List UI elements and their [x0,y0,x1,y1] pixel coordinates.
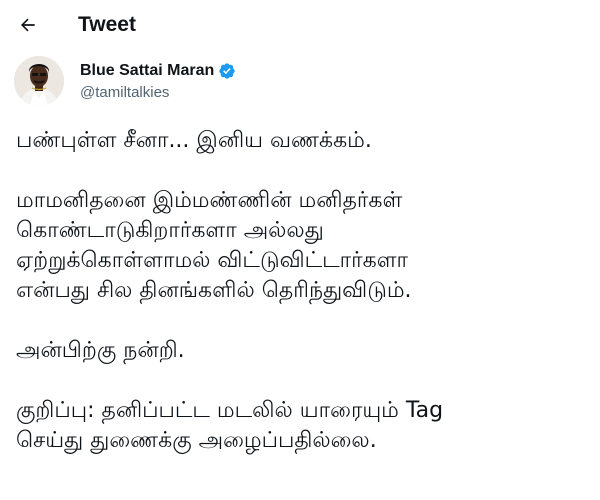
tweet-paragraph: மாமனிதனை இம்மண்ணின் மனிதர்கள் கொண்டாடுகி… [16,188,412,303]
tweet-author: Blue Sattai Maran @tamiltalkies [14,56,574,112]
author-display-name[interactable]: Blue Sattai Maran [80,61,236,81]
verified-badge-icon [219,63,235,79]
author-name: Blue Sattai Maran [80,62,215,79]
back-button[interactable] [14,11,42,39]
avatar-image [14,56,64,106]
tweet-paragraph: குறிப்பு: தனிப்பட்ட மடலில் யாரையும் Tag … [16,398,444,453]
tweet-paragraph: அன்பிற்கு நன்றி. [16,338,185,363]
tweet-text: பண்புள்ள சீனா... இனிய வணக்கம். மாமனிதனை … [16,126,586,456]
avatar[interactable] [14,56,64,106]
author-handle[interactable]: @tamiltalkies [80,83,169,102]
tweet-paragraph: பண்புள்ள சீனா... இனிய வணக்கம். [16,128,372,153]
arrow-left-icon [21,18,35,32]
top-bar: Tweet [0,0,600,50]
page-title: Tweet [78,13,136,36]
